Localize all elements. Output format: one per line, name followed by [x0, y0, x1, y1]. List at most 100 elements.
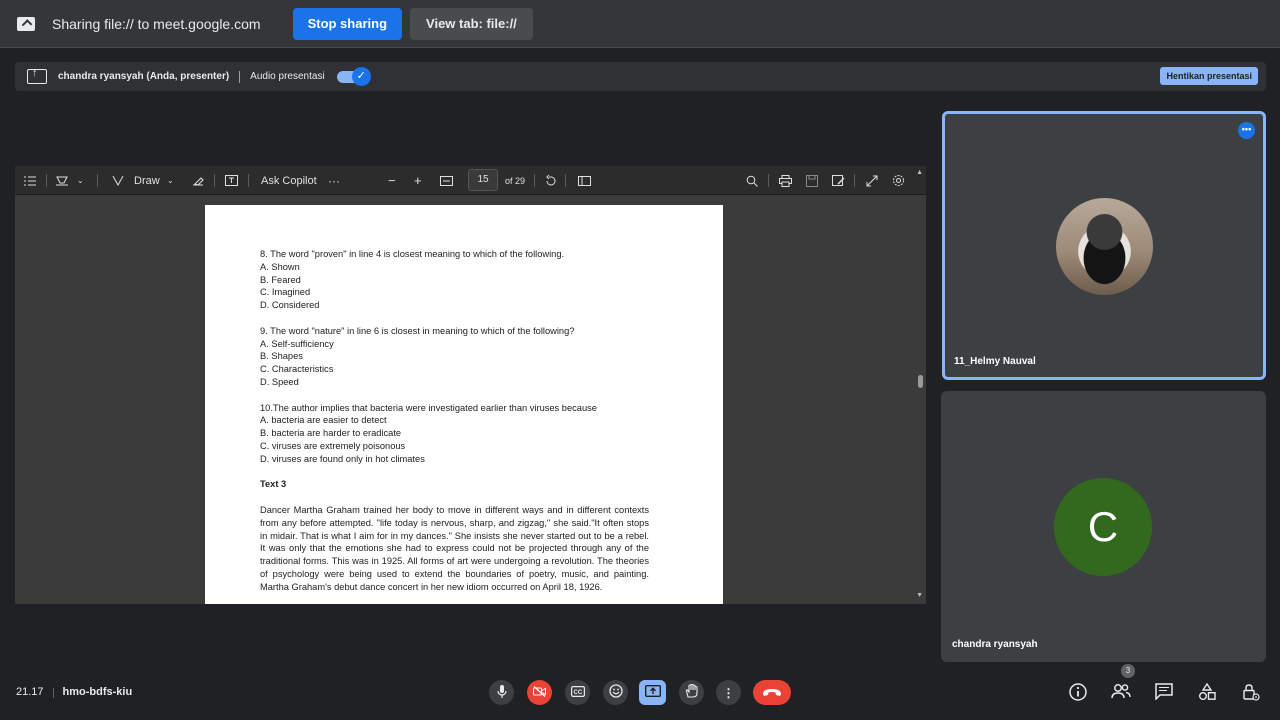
rotate-icon[interactable] [545, 166, 557, 195]
zoom-in-icon[interactable]: + [414, 166, 422, 195]
more-vert-icon: ⋮ [722, 685, 735, 700]
clock-time: 21.17 [16, 686, 44, 698]
answer-option: C. Characteristics [260, 364, 334, 375]
toolbar-divider [534, 174, 535, 187]
answer-option: D. viruses are found only in hot climate… [260, 453, 425, 464]
page-total-label: of 29 [505, 175, 526, 186]
settings-gear-icon[interactable] [892, 166, 905, 195]
reactions-button[interactable] [603, 680, 628, 705]
question-10: 10.The author implies that bacteria were… [260, 402, 723, 466]
draw-button[interactable]: Draw [134, 166, 160, 195]
svg-text:CC: CC [573, 690, 582, 696]
toolbar-divider [565, 174, 566, 187]
page-view-icon[interactable] [578, 166, 591, 195]
pdf-page: 8. The word "proven" in line 4 is closes… [205, 205, 723, 604]
pdf-toolbar: ⌄ Draw ⌄ Ask Copilot ··· − + 15 of 29 [15, 166, 926, 195]
question-8: 8. The word "proven" in line 4 is closes… [260, 248, 723, 312]
meeting-details-icon[interactable] [1068, 683, 1088, 703]
divider [52, 688, 54, 698]
scrollbar-thumb[interactable] [918, 375, 923, 388]
save-as-icon[interactable] [832, 166, 845, 195]
toolbar-divider [214, 174, 215, 187]
camera-off-button[interactable] [527, 680, 552, 705]
question-text: 9. The word "nature" in line 6 is closes… [260, 325, 575, 336]
microphone-icon [496, 684, 507, 701]
contents-icon[interactable] [24, 166, 36, 195]
zoom-out-icon[interactable]: − [388, 166, 396, 195]
people-icon[interactable] [1111, 683, 1131, 703]
host-controls-lock-icon[interactable] [1241, 683, 1261, 703]
scroll-down-icon[interactable]: ▼ [916, 592, 923, 599]
section-heading: Text 3 [260, 479, 287, 490]
chevron-down-icon[interactable]: ⌄ [77, 166, 84, 195]
toolbar-divider [46, 174, 47, 187]
question-9: 9. The word "nature" in line 6 is closes… [260, 325, 723, 389]
audio-presentation-label: Audio presentasi [250, 71, 325, 82]
answer-option: A. Shown [260, 261, 300, 272]
question-text: 10.The author implies that bacteria were… [260, 402, 597, 413]
camera-off-icon [533, 685, 546, 700]
eraser-icon[interactable] [192, 166, 204, 195]
participant-name: 11_Helmy Nauval [954, 356, 1036, 367]
ask-copilot-button[interactable]: Ask Copilot [261, 166, 317, 195]
expand-icon[interactable] [866, 166, 878, 195]
presenter-name: chandra ryansyah (Anda, presenter) [58, 71, 230, 82]
captions-button[interactable]: CC [565, 680, 590, 705]
present-screen-icon [644, 684, 661, 700]
print-icon[interactable] [779, 166, 792, 195]
participant-tile[interactable]: C chandra ryansyah [941, 391, 1266, 662]
answer-option: B. Shapes [260, 351, 303, 362]
question-text: 8. The word "proven" in line 4 is closes… [260, 249, 565, 259]
stop-sharing-button[interactable]: Stop sharing [292, 7, 403, 40]
divider [239, 70, 241, 83]
stop-presentation-button[interactable]: Hentikan presentasi [1160, 67, 1258, 85]
emoji-icon [608, 684, 623, 701]
sharing-bar: Sharing file:// to meet.google.com Stop … [0, 0, 1280, 48]
answer-option: A. Self-sufficiency [260, 338, 334, 349]
draw-icon[interactable] [112, 166, 124, 195]
toolbar-divider [248, 174, 249, 187]
chevron-down-icon[interactable]: ⌄ [167, 166, 174, 195]
save-icon[interactable] [806, 166, 818, 195]
search-icon[interactable] [746, 166, 758, 195]
presentation-bar: chandra ryansyah (Anda, presenter) Audio… [15, 62, 1266, 91]
view-tab-button[interactable]: View tab: file:// [410, 7, 533, 40]
raise-hand-button[interactable] [679, 680, 704, 705]
answer-option: D. Considered [260, 300, 320, 311]
fit-width-icon[interactable] [440, 166, 453, 195]
toolbar-divider [97, 174, 98, 187]
reading-paragraph: Dancer Martha Graham trained her body to… [260, 504, 649, 592]
present-screen-icon [27, 67, 47, 84]
audio-presentation-toggle[interactable]: ✓ [336, 66, 371, 86]
participant-tile[interactable]: ••• 11_Helmy Nauval [942, 111, 1266, 380]
sharing-status-text: Sharing file:// to meet.google.com [52, 15, 261, 32]
answer-option: D. Speed [260, 376, 299, 387]
scroll-up-icon[interactable]: ▲ [916, 169, 923, 176]
microphone-button[interactable] [489, 680, 514, 705]
screen-share-icon [17, 16, 35, 31]
more-options-icon[interactable]: ··· [328, 166, 340, 195]
present-now-button[interactable] [639, 680, 666, 705]
answer-option: B. bacteria are harder to eradicate [260, 428, 402, 439]
closed-captions-icon: CC [570, 685, 585, 700]
participant-count-badge: 3 [1121, 664, 1135, 678]
participant-avatar-photo [1056, 198, 1153, 295]
pdf-viewer: ⌄ Draw ⌄ Ask Copilot ··· − + 15 of 29 8.… [15, 166, 926, 604]
chat-icon[interactable] [1154, 683, 1174, 703]
text-box-icon[interactable] [225, 166, 238, 195]
highlight-icon[interactable] [56, 166, 68, 195]
pdf-document-area[interactable]: 8. The word "proven" in line 4 is closes… [15, 195, 926, 604]
activities-icon[interactable] [1197, 682, 1217, 703]
checkmark-icon: ✓ [351, 66, 371, 86]
participant-avatar-initial: C [1054, 478, 1152, 576]
toolbar-divider [768, 174, 769, 187]
end-call-icon [762, 685, 782, 700]
participant-name: chandra ryansyah [952, 639, 1038, 650]
leave-call-button[interactable] [753, 680, 791, 705]
page-number-input[interactable]: 15 [468, 169, 498, 191]
meeting-info: 21.17 hmo-bdfs-kiu [16, 686, 132, 698]
more-options-icon[interactable]: ••• [1238, 122, 1255, 139]
toolbar-divider [854, 174, 855, 187]
more-options-button[interactable]: ⋮ [716, 680, 741, 705]
raise-hand-icon [685, 683, 698, 701]
